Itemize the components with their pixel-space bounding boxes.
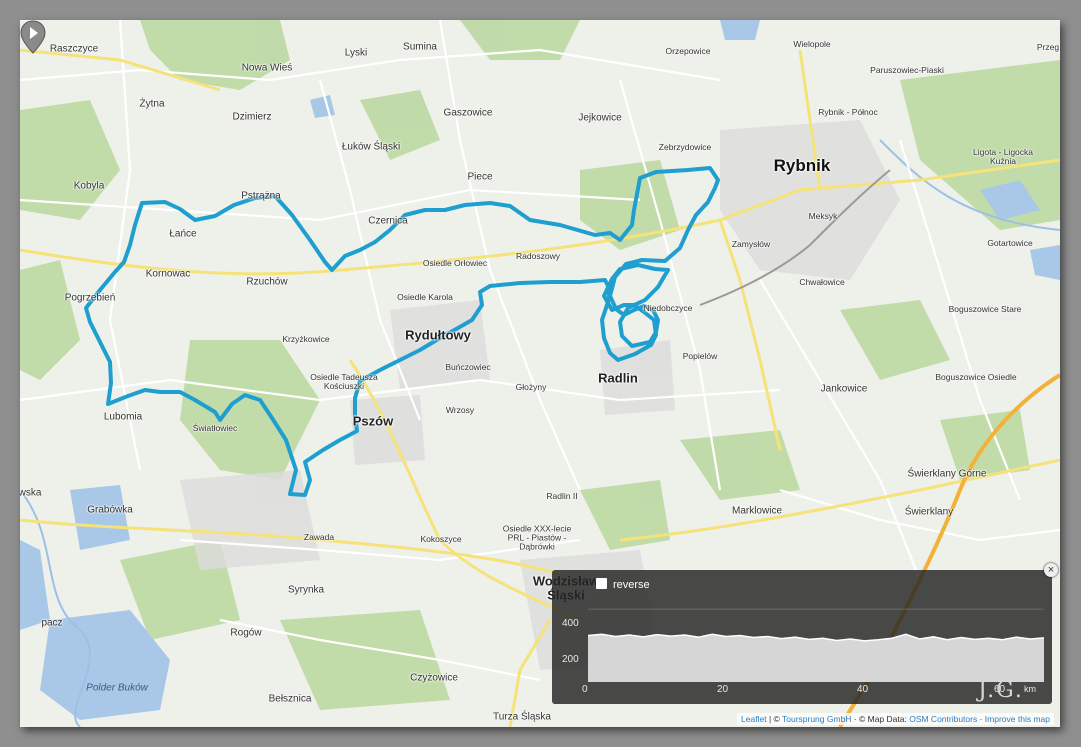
improve-map-link[interactable]: Improve this map — [985, 714, 1050, 724]
place-label: Meksyk — [808, 211, 838, 221]
place-label: Pogrzebień — [64, 292, 116, 304]
place-label: Gaszowice — [443, 107, 493, 119]
leaflet-link[interactable]: Leaflet — [741, 714, 767, 724]
place-label: Wrzosy — [445, 405, 475, 415]
map-view[interactable]: Raszczyce Nowa Wieś Lyski Sumina Orzepow… — [20, 20, 1060, 727]
place-label: Turza Śląska — [493, 711, 551, 723]
place-label: Orzepowice — [665, 46, 711, 56]
signature-watermark: J.G. — [978, 678, 1024, 703]
place-label: Kornowac — [145, 268, 191, 280]
route-icon — [596, 578, 607, 589]
place-label: Nowa Wieś — [241, 62, 293, 74]
place-label: Jankowice — [820, 383, 868, 395]
x-tick-label: 40 — [857, 684, 869, 695]
place-label: Dzimierz — [232, 111, 272, 123]
place-label: Marklowice — [731, 505, 783, 517]
place-label: Osiedle XXX-lecie PRL - Piastów - Dąbrów… — [502, 523, 572, 552]
x-tick-label: 0 — [582, 684, 588, 695]
place-label: Lyski — [344, 47, 368, 59]
map-attribution: Leaflet | © Toursprung GmbH · © Map Data… — [737, 713, 1054, 725]
place-label: Piece — [467, 171, 493, 183]
place-label: wska — [20, 487, 42, 499]
place-label: Gotartowice — [987, 238, 1033, 248]
place-label: Lubomia — [103, 411, 143, 423]
place-label: Przeg — [1036, 42, 1060, 52]
place-label: Syrynka — [287, 584, 325, 596]
place-label: Kobyla — [73, 180, 105, 192]
elevation-area — [588, 634, 1044, 682]
place-label: Radlin II — [546, 491, 578, 501]
x-tick-label: 20 — [717, 684, 729, 695]
place-label: Raszczyce — [49, 43, 99, 55]
elevation-panel: reverse × 400 200 0 20 40 60 km — [552, 563, 1058, 704]
place-label: Rzuchów — [246, 276, 288, 288]
map-frame: Raszczyce Nowa Wieś Lyski Sumina Orzepow… — [20, 20, 1060, 727]
place-label: Boguszowice Stare — [948, 304, 1022, 314]
place-label: Świerklany — [904, 506, 954, 518]
place-label: Wielopole — [793, 39, 831, 49]
place-label: Zamysłów — [731, 239, 771, 249]
place-label: Czernica — [368, 215, 408, 227]
osm-link[interactable]: OSM Contributors — [909, 714, 977, 724]
x-unit-label: km — [1024, 684, 1036, 694]
place-label: Łańce — [169, 228, 197, 240]
place-label: Zawada — [303, 532, 335, 542]
place-label: Żytna — [139, 98, 165, 110]
place-label: Łuków Śląski — [341, 141, 401, 153]
place-label: Pszów — [352, 413, 394, 429]
place-label: Światłowiec — [192, 423, 238, 433]
place-label: Buńczowiec — [445, 362, 491, 372]
place-label: Sumina — [403, 41, 437, 53]
start-marker-icon[interactable] — [20, 20, 46, 54]
toursprung-link[interactable]: Toursprung GmbH — [782, 714, 851, 724]
place-label: pacz — [41, 617, 63, 629]
place-label: Osiedle Karola — [397, 292, 453, 302]
place-label: Radoszowy — [516, 251, 560, 261]
place-label: Rydułtowy — [405, 327, 471, 343]
place-label: Głożyny — [515, 382, 547, 392]
place-label: Kokoszyce — [420, 534, 462, 544]
place-label: Polder Buków — [86, 682, 148, 694]
place-label: Jejkowice — [578, 112, 622, 124]
place-label: Popielów — [682, 351, 718, 361]
place-label: Paruszowiec-Piaski — [870, 65, 944, 75]
place-label: Osiedle Orłowiec — [422, 258, 488, 268]
place-label: Ligota - Ligocka Kuźnia — [972, 147, 1034, 166]
elevation-chart[interactable] — [588, 600, 1044, 682]
place-label: Boguszowice Osiedle — [935, 372, 1017, 382]
y-tick-label: 200 — [562, 654, 579, 665]
place-label: Rybnik — [773, 156, 831, 175]
place-label: Bełsznica — [268, 693, 312, 705]
place-label: Radlin — [598, 370, 638, 386]
place-label: Świerklany Górne — [907, 468, 987, 480]
place-label: Rogów — [230, 627, 262, 639]
close-button[interactable]: × — [1044, 563, 1058, 577]
y-tick-label: 400 — [562, 618, 579, 629]
place-label: Grabówka — [87, 504, 133, 516]
place-label: Krzyżkowice — [282, 334, 330, 344]
place-label: Zebrzydowice — [658, 142, 712, 152]
place-label: Osiedle Tadeusza Kościuszki — [310, 372, 378, 391]
place-label: Pstrążna — [241, 190, 281, 202]
place-label: Niedobczyce — [643, 303, 693, 313]
place-label: Chwałowice — [799, 277, 845, 287]
place-label: Rybnik - Północ — [818, 107, 878, 117]
place-label: Czyżowice — [410, 672, 458, 684]
elevation-title: reverse — [613, 579, 650, 591]
